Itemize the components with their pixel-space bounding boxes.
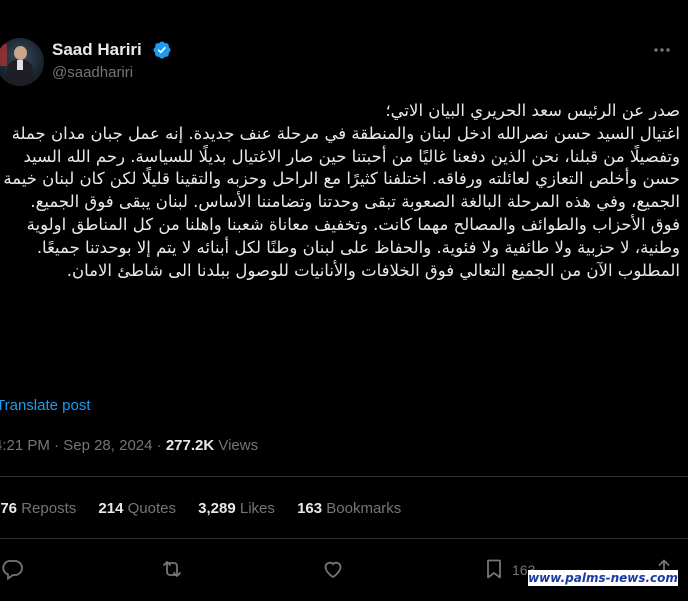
divider bbox=[0, 538, 688, 539]
reposts-stat[interactable]: 576 Reposts bbox=[0, 500, 76, 517]
bookmarks-stat[interactable]: 163 Bookmarks bbox=[297, 500, 401, 517]
meta-separator: · bbox=[54, 437, 60, 454]
avatar-shirt bbox=[17, 60, 23, 70]
reply-icon[interactable] bbox=[0, 557, 24, 583]
verified-icon bbox=[152, 40, 172, 60]
watermark: www.palms-news.com bbox=[528, 570, 678, 586]
views-label: Views bbox=[218, 437, 259, 454]
translate-post-link[interactable]: Translate post bbox=[0, 397, 91, 414]
tweet-date[interactable]: Sep 28, 2024 bbox=[63, 437, 152, 454]
tweet-meta: 4:21 PM · Sep 28, 2024 · 277.2K Views bbox=[0, 437, 258, 454]
repost-icon[interactable] bbox=[160, 557, 184, 583]
avatar-head bbox=[14, 46, 27, 60]
divider bbox=[0, 476, 688, 477]
avatar[interactable] bbox=[0, 38, 44, 86]
more-options-icon[interactable] bbox=[652, 40, 672, 60]
quotes-stat[interactable]: 214 Quotes bbox=[98, 500, 176, 517]
tweet-text: صدر عن الرئيس سعد الحريري البيان الاتي؛ … bbox=[3, 101, 680, 280]
author-name[interactable]: Saad Hariri bbox=[52, 40, 142, 60]
author-handle[interactable]: @saadhariri bbox=[52, 64, 133, 81]
likes-stat[interactable]: 3,289 Likes bbox=[198, 500, 275, 517]
tweet-stats: 576 Reposts 214 Quotes 3,289 Likes 163 B… bbox=[0, 500, 419, 517]
meta-separator: · bbox=[156, 437, 162, 454]
bookmark-icon[interactable] bbox=[482, 557, 506, 583]
avatar-flag bbox=[0, 44, 7, 66]
like-icon[interactable] bbox=[321, 557, 345, 583]
tweet-time[interactable]: 4:21 PM bbox=[0, 437, 50, 454]
views-count: 277.2K bbox=[165, 437, 215, 454]
